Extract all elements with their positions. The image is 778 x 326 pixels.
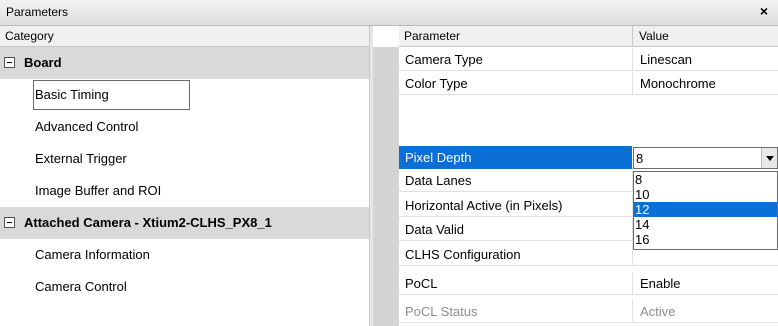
param-name: CLHS Configuration	[405, 247, 521, 262]
param-value[interactable]: Monochrome	[632, 72, 778, 95]
tree-item-basic-timing[interactable]: Basic Timing	[0, 79, 369, 111]
param-row-pocl-status: PoCL Status Active	[399, 300, 778, 323]
tree-item-label: Advanced Control	[35, 119, 139, 134]
tree-item-label: Camera Information	[35, 247, 150, 262]
param-name: Data Lanes	[405, 173, 472, 188]
dropdown-option[interactable]: 8	[634, 172, 777, 187]
grid-gutter	[373, 47, 399, 326]
grid-header: Parameter Value	[399, 26, 778, 47]
pixel-depth-combo[interactable]: 8	[633, 147, 778, 169]
param-name: Data Valid	[405, 222, 465, 237]
chevron-down-icon[interactable]	[761, 148, 777, 168]
param-row-pixel-depth[interactable]: Pixel Depth 8	[399, 146, 778, 169]
param-name: Color Type	[405, 76, 468, 91]
dropdown-option[interactable]: 10	[634, 187, 777, 202]
tree-item-label: External Trigger	[35, 151, 127, 166]
tree-group-board[interactable]: Board	[0, 47, 369, 79]
category-header: Category	[0, 26, 369, 47]
param-value[interactable]: Enable	[632, 272, 778, 295]
tree-item-image-buffer[interactable]: Image Buffer and ROI	[0, 175, 369, 207]
param-name: Pixel Depth	[405, 150, 472, 165]
param-name: Camera Type	[405, 52, 483, 67]
collapse-icon[interactable]	[4, 57, 15, 68]
dropdown-option[interactable]: 14	[634, 217, 777, 232]
tree-group-label: Board	[24, 55, 62, 70]
param-name: Horizontal Active (in Pixels)	[405, 198, 563, 213]
dropdown-option[interactable]: 12	[634, 202, 777, 217]
tree-item-advanced-control[interactable]: Advanced Control	[0, 111, 369, 143]
param-value: Active	[632, 300, 778, 323]
combo-value: 8	[636, 151, 644, 166]
tree-item-external-trigger[interactable]: External Trigger	[0, 143, 369, 175]
window-title: Parameters	[6, 5, 69, 19]
dropdown-option[interactable]: 16	[634, 232, 777, 247]
collapse-icon[interactable]	[4, 217, 15, 228]
param-value[interactable]: Linescan	[632, 48, 778, 71]
close-icon[interactable]: ×	[756, 3, 772, 21]
param-row-pocl[interactable]: PoCL Enable	[399, 272, 778, 295]
tree-item-label: Image Buffer and ROI	[35, 183, 162, 198]
parameter-grid: Parameter Value Camera Type Linescan Col…	[399, 26, 778, 326]
tree-item-label: Camera Control	[35, 279, 127, 294]
tree-item-label: Basic Timing	[33, 80, 190, 110]
param-name: PoCL Status	[405, 304, 478, 319]
tree-item-camera-information[interactable]: Camera Information	[0, 239, 369, 271]
param-row-camera-type[interactable]: Camera Type Linescan	[399, 48, 778, 71]
tree-group-attached-camera[interactable]: Attached Camera - Xtium2-CLHS_PX8_1	[0, 207, 369, 239]
tree-item-camera-control[interactable]: Camera Control	[0, 271, 369, 303]
header-value: Value	[632, 26, 778, 47]
category-pane: Category Board Basic Timing Advanced Con…	[0, 26, 369, 326]
pixel-depth-dropdown[interactable]: 8 10 12 14 16	[633, 171, 778, 250]
tree-group-label: Attached Camera - Xtium2-CLHS_PX8_1	[24, 215, 272, 230]
param-name: PoCL	[405, 276, 438, 291]
param-row-color-type[interactable]: Color Type Monochrome	[399, 72, 778, 95]
header-parameter: Parameter	[404, 29, 461, 43]
title-bar: Parameters ×	[0, 0, 778, 26]
